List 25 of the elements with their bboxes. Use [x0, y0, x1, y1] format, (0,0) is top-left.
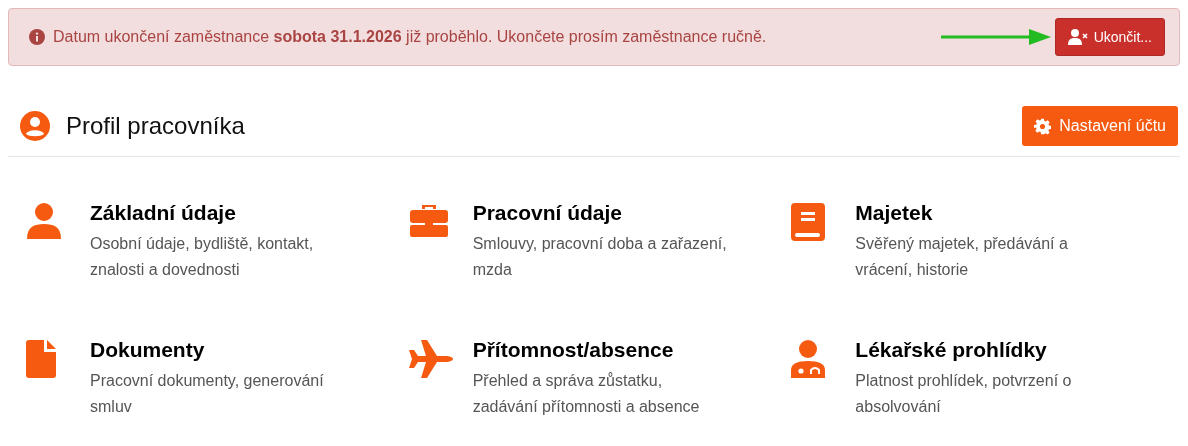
- book-icon: [791, 203, 826, 241]
- info-icon: [29, 29, 45, 45]
- file-icon: [26, 340, 56, 378]
- user-circle-icon: [20, 111, 50, 141]
- section-link[interactable]: Přítomnost/absence: [472, 338, 730, 362]
- settings-icon: [1034, 117, 1052, 135]
- page-title: Profil pracovníka: [66, 112, 246, 140]
- person-icon: [26, 203, 62, 239]
- section-link[interactable]: Pracovní údaje: [472, 201, 730, 225]
- briefcase-icon: [408, 203, 449, 239]
- airplane-icon: [408, 340, 453, 378]
- section-link[interactable]: Dokumenty: [90, 338, 347, 362]
- end-employment-button[interactable]: Ukončit...: [1054, 18, 1165, 56]
- section-link[interactable]: Lékařské prohlídky: [855, 338, 1113, 362]
- doctor-icon: [791, 340, 826, 378]
- section-link[interactable]: Majetek: [855, 201, 1113, 225]
- user-remove-icon: [1067, 29, 1088, 45]
- section-description: Pracovní dokumenty, generování smluv: [90, 371, 325, 417]
- section-description: Smlouvy, pracovní doba a zařazení, mzda: [472, 234, 728, 280]
- section-description: Svěřený majetek, předávání a vrácení, historie: [855, 234, 1069, 280]
- alert-message: Datum ukončení zaměstnance sobota 31.1.2026 již proběhlo. Ukončete prosím zaměstnance ručně.: [53, 28, 768, 46]
- section-link[interactable]: Základní údaje: [90, 201, 347, 225]
- section-description: Osobní údaje, bydliště, kontakt, znalosti a dovednosti: [90, 234, 315, 280]
- section-description: Přehled a správa zůstatku, zadávání přítomnosti a absence: [472, 371, 701, 417]
- section-description: Platnost prohlídek, potvrzení o absolvování: [855, 371, 1073, 417]
